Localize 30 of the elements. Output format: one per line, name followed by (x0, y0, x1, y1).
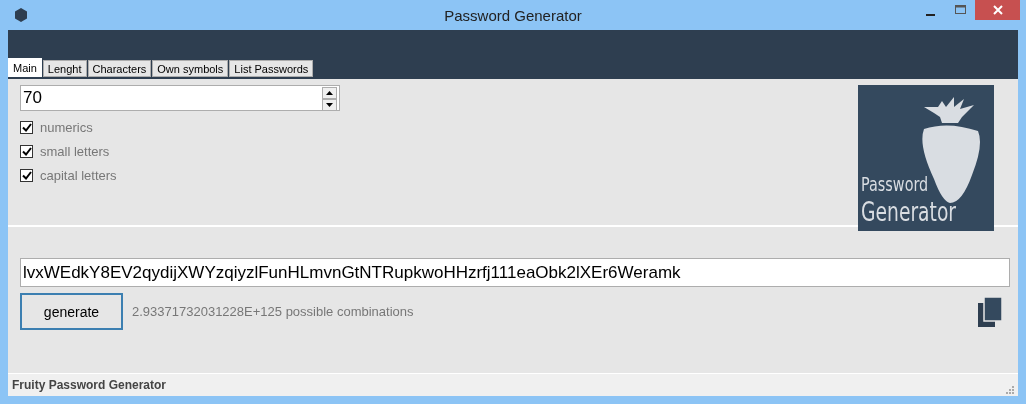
spin-up-button[interactable] (322, 87, 337, 99)
checkbox[interactable] (20, 169, 33, 182)
spin-down-button[interactable] (322, 99, 337, 111)
checkbox[interactable] (20, 121, 33, 134)
tab[interactable]: Characters (87, 60, 152, 77)
generate-button[interactable]: generate (20, 293, 123, 330)
window-title: Password Generator (444, 6, 582, 24)
minimize-icon (925, 14, 935, 16)
logo-text: Password (861, 171, 930, 197)
checkbox-label: numerics (40, 120, 93, 135)
password-field[interactable]: lvxWEdkY8EV2qydijXWYzqiyzlFunHLmvnGtNTRupkwoHHzrfj111eaObk2lXEr6Weramk (20, 258, 1010, 287)
logo-text: Generator (861, 197, 957, 227)
status-text: Fruity Password Generator (12, 378, 167, 392)
combinations-text: 2.93371732031228E+125 possible combinations (132, 304, 414, 319)
resize-grip-icon[interactable] (1006, 386, 1014, 394)
close-button[interactable] (975, 0, 1020, 20)
checkbox-label: small letters (40, 144, 110, 159)
tab[interactable]: Lenght (42, 60, 87, 77)
checkbox[interactable] (20, 145, 33, 158)
up-arrow-icon (326, 91, 333, 95)
tab[interactable]: Own symbols (152, 60, 229, 77)
tab[interactable]: Main (8, 58, 42, 77)
checkbox-label: capital letters (40, 168, 117, 183)
app-icon (14, 8, 28, 22)
tab[interactable]: List Passwords (229, 60, 314, 77)
maximize-icon (954, 5, 966, 15)
close-icon (992, 5, 1003, 15)
down-arrow-icon (326, 103, 333, 107)
length-field[interactable]: 70 (20, 85, 340, 111)
copy-icon[interactable] (978, 296, 1002, 327)
